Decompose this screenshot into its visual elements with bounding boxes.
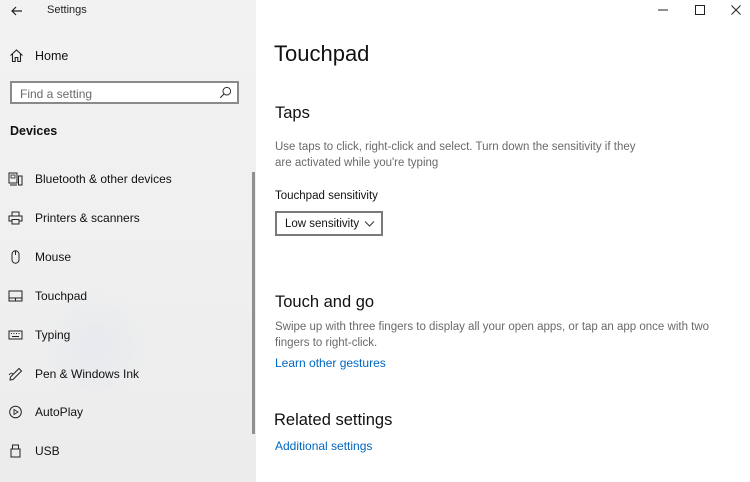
home-label: Home (35, 49, 69, 63)
autoplay-icon (8, 405, 23, 419)
taps-description: Use taps to click, right-click and selec… (275, 141, 636, 169)
back-arrow-icon (11, 6, 22, 16)
home-nav-item[interactable]: Home (0, 44, 256, 68)
sidebar-item-label: Typing (35, 328, 71, 342)
sidebar-item-label: Mouse (35, 250, 72, 264)
search-icon[interactable] (219, 86, 232, 99)
mouse-icon (8, 250, 23, 264)
touchpad-icon (8, 289, 23, 303)
back-button[interactable] (8, 2, 26, 20)
sidebar-item-label: Touchpad (35, 289, 88, 303)
pen-icon (8, 367, 23, 381)
close-button[interactable] (729, 3, 743, 17)
minimize-icon (658, 9, 668, 11)
sidebar-item-typing[interactable]: Typing (0, 321, 252, 349)
sidebar-item-label: Bluetooth & other devices (35, 172, 172, 186)
touchpad-sensitivity-label: Touchpad sensitivity (275, 190, 378, 202)
sidebar-scrollbar[interactable] (252, 172, 255, 434)
usb-icon (8, 444, 23, 458)
additional-settings-link[interactable]: Additional settings (275, 439, 372, 453)
sidebar-item-touchpad[interactable]: Touchpad (0, 282, 252, 310)
sidebar-item-label: USB (35, 444, 60, 458)
related-settings-heading: Related settings (274, 411, 393, 429)
learn-other-gestures-link[interactable]: Learn other gestures (275, 356, 386, 370)
search-input[interactable]: Find a setting (10, 81, 239, 104)
maximize-button[interactable] (693, 3, 707, 17)
sidebar-item-usb[interactable]: USB (0, 437, 252, 465)
keyboard-icon (8, 328, 23, 342)
sidebar-item-pen[interactable]: Pen & Windows Ink (0, 360, 252, 388)
section-header-devices: Devices (10, 124, 58, 138)
close-icon (731, 5, 741, 15)
sidebar-item-mouse[interactable]: Mouse (0, 243, 252, 271)
touch-and-go-heading: Touch and go (275, 293, 375, 311)
sidebar-item-bluetooth[interactable]: Bluetooth & other devices (0, 165, 252, 193)
home-icon (9, 48, 24, 63)
touchpad-sensitivity-dropdown[interactable]: Low sensitivity (275, 211, 383, 236)
sidebar-item-label: Pen & Windows Ink (35, 367, 140, 381)
printer-icon (8, 211, 23, 225)
sidebar-item-printers[interactable]: Printers & scanners (0, 204, 252, 232)
sidebar-item-label: Printers & scanners (35, 211, 140, 225)
maximize-icon (695, 5, 705, 15)
minimize-button[interactable] (656, 3, 670, 17)
touch-and-go-description: Swipe up with three fingers to display a… (275, 321, 710, 349)
window-title: Settings (47, 4, 87, 16)
bluetooth-devices-icon (8, 172, 23, 186)
sidebar-item-autoplay[interactable]: AutoPlay (0, 398, 252, 426)
sidebar-item-label: AutoPlay (35, 405, 84, 419)
page-title: Touchpad (274, 41, 370, 66)
sidebar: Settings Home Find a setting Devices Blu… (0, 0, 256, 482)
sensitivity-value: Low sensitivity (285, 218, 360, 230)
taps-heading: Taps (275, 104, 310, 122)
chevron-down-icon (364, 219, 375, 228)
search-placeholder: Find a setting (20, 87, 93, 101)
